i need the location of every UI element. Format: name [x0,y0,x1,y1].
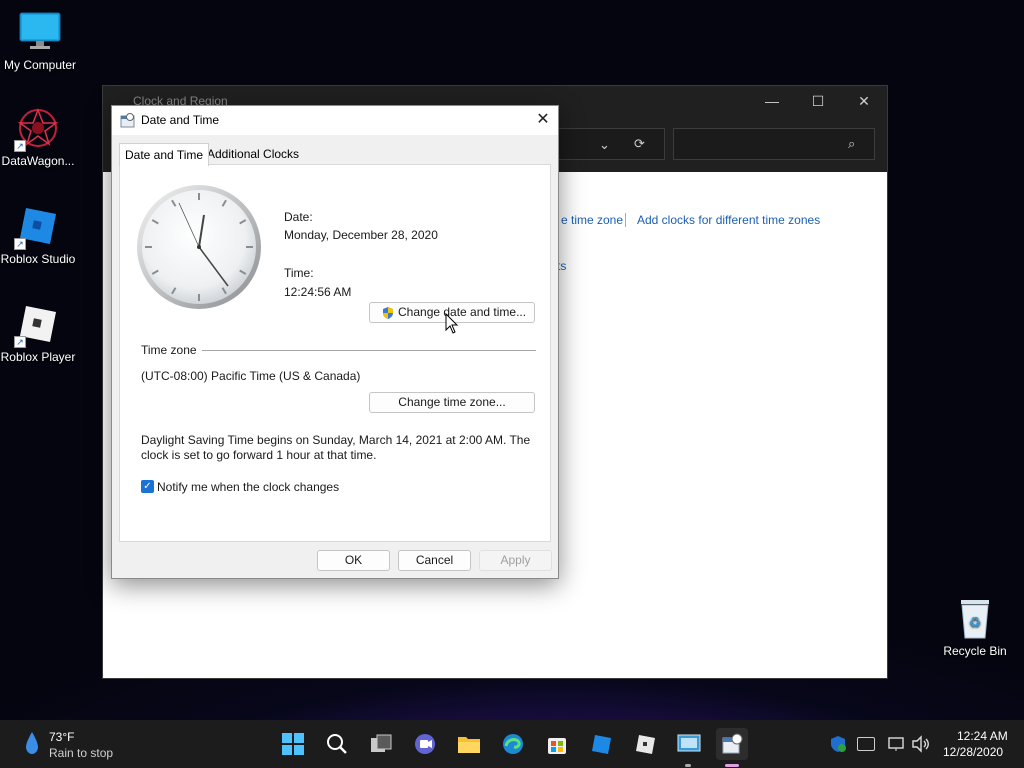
weather-desc[interactable]: Rain to stop [49,746,113,760]
weather-icon[interactable] [22,730,42,758]
address-bar[interactable]: ⌄ ⟳ [553,128,665,160]
tray-clock-time[interactable]: 12:24 AM [957,729,1008,743]
start-icon[interactable] [277,728,309,760]
date-and-time-panel: Date: Monday, December 28, 2020 Time: 12… [119,164,551,542]
minimize-button[interactable]: — [749,86,795,116]
time-zone-divider [202,350,536,351]
defender-icon[interactable] [829,735,847,753]
refresh-icon[interactable]: ⟳ [634,136,645,152]
date-time-icon[interactable] [716,728,748,760]
control-panel-icon[interactable] [673,728,705,760]
analog-clock [135,185,265,315]
desktop-icon-label: Recycle Bin [943,644,1007,658]
cancel-button[interactable]: Cancel [398,550,471,571]
time-zone-header: Time zone [141,343,197,357]
desktop-icon-recycle-bin[interactable]: ♻ Recycle Bin [935,596,1015,658]
search-input[interactable]: ⌕ [673,128,875,160]
mouse-cursor [445,312,459,335]
chat-icon[interactable] [409,728,441,760]
date-value: Monday, December 28, 2020 [284,228,438,242]
search-icon[interactable] [321,728,353,760]
svg-text:♻: ♻ [969,614,982,630]
roblox-studio-icon: ↗ [14,204,60,250]
desktop-icon-roblox-studio[interactable]: ↗ Roblox Studio [0,204,78,266]
weather-temp[interactable]: 73°F [49,730,74,744]
uac-shield-icon [381,306,395,320]
file-explorer-icon[interactable] [453,728,485,760]
maximize-button[interactable]: ☐ [795,86,841,116]
desktop-icon-label: Roblox Studio [0,252,76,266]
date-time-icon [120,113,135,128]
volume-icon[interactable] [911,735,931,753]
change-date-and-time-label: Change date and time... [398,305,527,319]
desktop-icon-label: My Computer [3,58,77,72]
monitor-icon [18,10,62,54]
task-view-icon[interactable] [365,728,397,760]
desktop-icon-label: Roblox Player [0,350,76,364]
apply-button[interactable]: Apply [479,550,552,571]
dst-info-line2: clock is set to go forward 1 hour at tha… [141,448,377,462]
dst-info-line1: Daylight Saving Time begins on Sunday, M… [141,433,531,447]
link-separator [625,213,626,227]
tab-additional-clocks[interactable]: Additional Clocks [202,143,304,165]
ok-button[interactable]: OK [317,550,390,571]
dialog-title: Date and Time [141,113,220,127]
desktop-icon-datawagon[interactable]: ↗ DataWagon... [0,106,78,168]
running-indicator [685,764,691,767]
desktop-icon-roblox-player[interactable]: ↗ Roblox Player [0,302,78,364]
dialog-titlebar: Date and Time ✕ [112,106,558,135]
keyboard-icon[interactable] [857,737,875,751]
search-icon[interactable]: ⌕ [848,136,855,152]
store-icon[interactable] [541,728,573,760]
close-button[interactable]: ✕ [528,106,558,135]
tray-clock-date[interactable]: 12/28/2020 [943,745,1003,759]
recycle-bin-icon: ♻ [953,596,997,640]
shortcut-arrow-icon: ↗ [14,238,26,250]
date-label: Date: [284,210,313,224]
shortcut-arrow-icon: ↗ [14,336,26,348]
taskbar: 73°F Rain to stop 12:24 AM 12/28/2020 [0,720,1024,768]
edge-icon[interactable] [497,728,529,760]
close-button[interactable]: ✕ [841,86,887,116]
roblox-player-icon[interactable] [629,728,661,760]
change-time-zone-link[interactable]: e time zone [561,213,623,227]
date-and-time-dialog: Date and Time ✕ Date and Time Additional… [111,105,559,579]
time-value: 12:24:56 AM [284,285,352,299]
notify-label: Notify me when the clock changes [157,480,340,494]
time-zone-value: (UTC-08:00) Pacific Time (US & Canada) [141,369,361,383]
active-indicator [725,764,739,767]
network-icon[interactable] [887,735,905,753]
desktop-icon-my-computer[interactable]: My Computer [0,10,80,72]
desktop-icon-label: DataWagon... [1,154,75,168]
change-time-zone-button[interactable]: Change time zone... [369,392,535,413]
add-clocks-link[interactable]: Add clocks for different time zones [637,213,820,227]
roblox-player-icon: ↗ [14,302,60,348]
chevron-down-icon[interactable]: ⌄ [599,137,610,153]
shortcut-arrow-icon: ↗ [14,140,26,152]
time-label: Time: [284,266,314,280]
datawagon-icon: ↗ [14,106,60,152]
notify-checkbox[interactable]: ✓ [141,480,154,493]
tab-date-and-time[interactable]: Date and Time [119,143,210,166]
roblox-studio-icon[interactable] [585,728,617,760]
